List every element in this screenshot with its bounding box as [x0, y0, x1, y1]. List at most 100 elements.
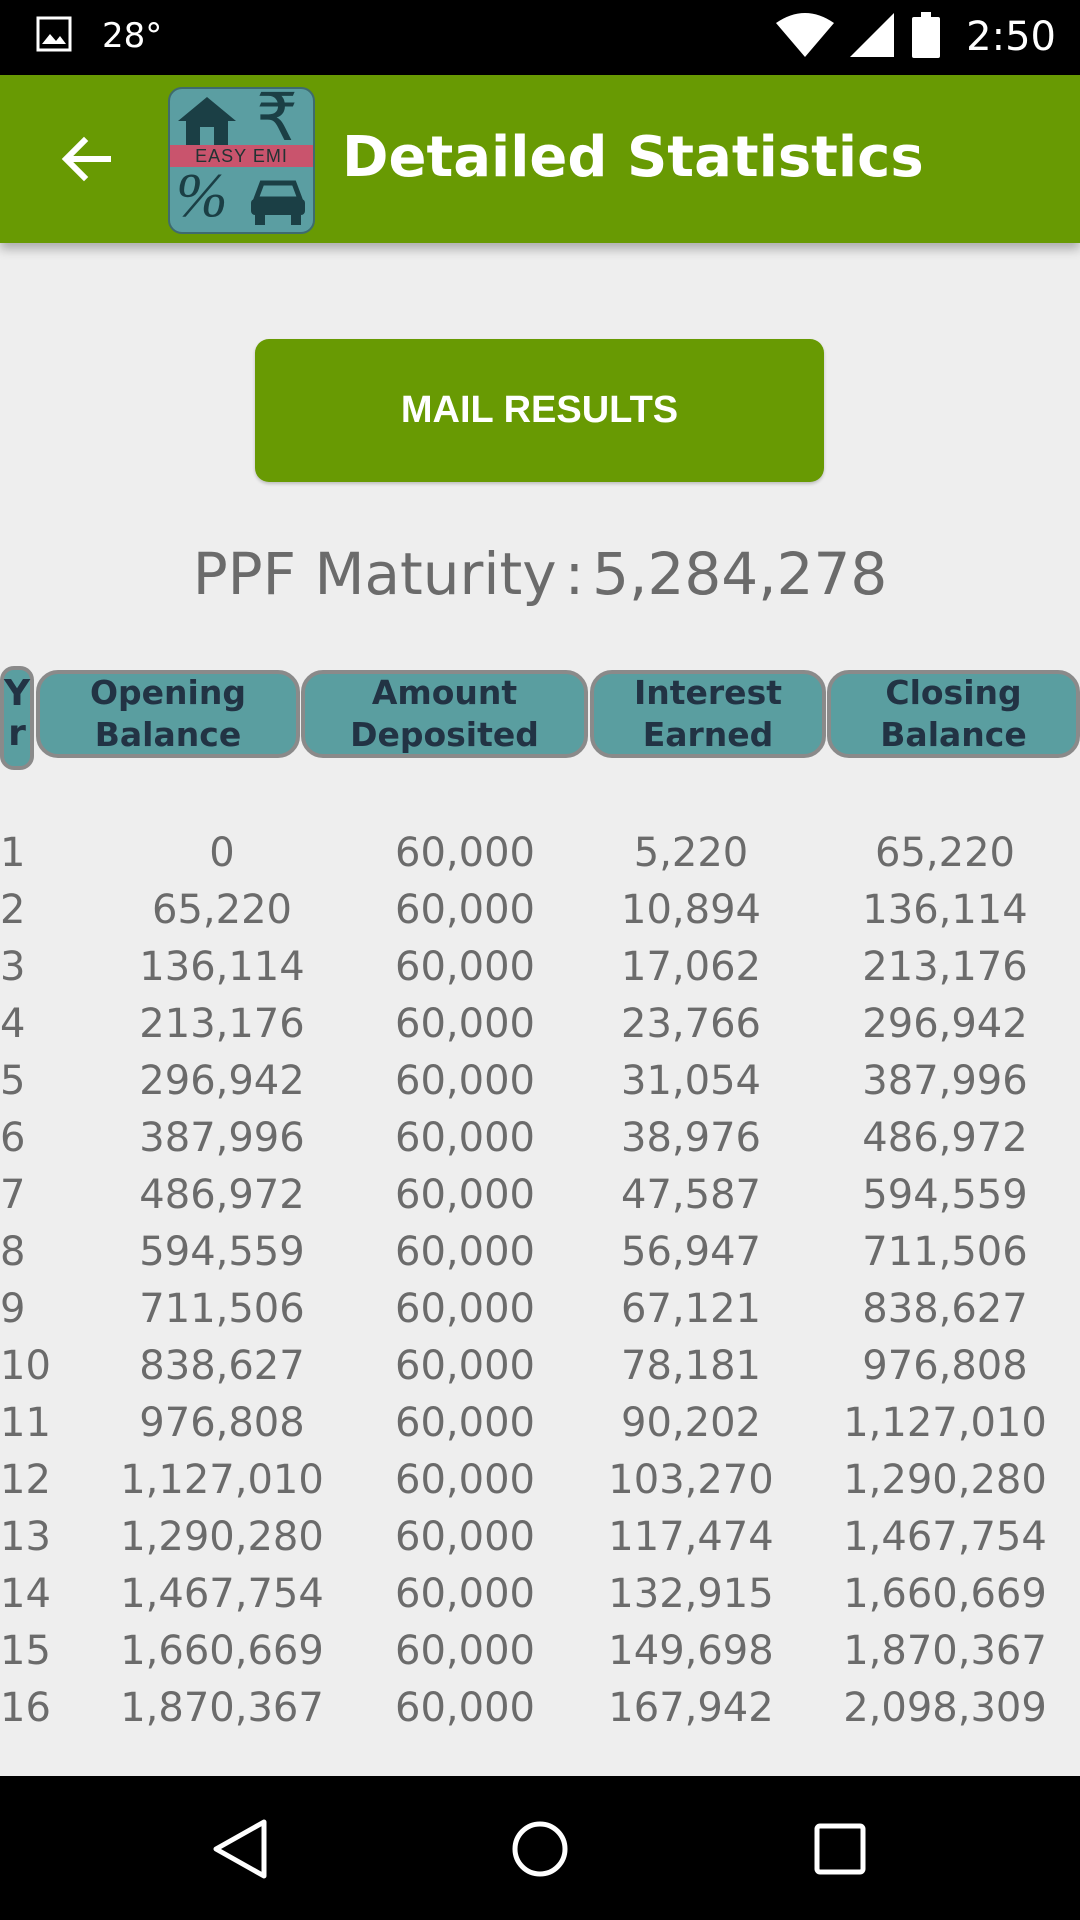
table-row: 11 976,808 60,000 90,202 1,127,010: [0, 1395, 1080, 1452]
nav-back-icon: [213, 1819, 267, 1879]
header-year: Y r: [0, 666, 34, 770]
table-row: 10 838,627 60,000 78,181 976,808: [0, 1338, 1080, 1395]
statistics-table: 1 0 60,000 5,220 65,220 2 65,220 60,000 10,894 13…: [0, 825, 1080, 1737]
cell-opening-balance: 1,467,754: [120, 1571, 324, 1617]
cell-interest-earned: 167,942: [608, 1685, 774, 1731]
arrow-back-icon: [61, 136, 111, 182]
cell-closing-balance: 1,467,754: [843, 1514, 1047, 1560]
cell-year: 1: [0, 830, 26, 876]
header-opening-line2: Balance: [94, 715, 242, 754]
cell-year: 7: [0, 1172, 26, 1218]
header-closing-balance: Closing Balance: [827, 670, 1080, 758]
cell-amount-deposited: 60,000: [395, 1343, 535, 1389]
cell-amount-deposited: 60,000: [395, 1172, 535, 1218]
status-temperature: 28°: [102, 16, 163, 56]
table-row: 2 65,220 60,000 10,894 136,114: [0, 882, 1080, 939]
cell-amount-deposited: 60,000: [395, 1571, 535, 1617]
battery-icon: [912, 12, 941, 62]
cell-interest-earned: 10,894: [621, 887, 761, 933]
table-row: 9 711,506 60,000 67,121 838,627: [0, 1281, 1080, 1338]
cell-year: 11: [0, 1400, 51, 1446]
header-year-line1: Y: [4, 673, 31, 714]
rupee-icon: ₹: [256, 87, 298, 156]
cell-interest-earned: 67,121: [621, 1286, 761, 1332]
cell-opening-balance: 1,127,010: [120, 1457, 324, 1503]
cell-interest-earned: 5,220: [633, 830, 749, 876]
cell-closing-balance: 1,660,669: [843, 1571, 1047, 1617]
cell-year: 14: [0, 1571, 51, 1617]
cell-closing-balance: 1,870,367: [843, 1628, 1047, 1674]
cell-year: 12: [0, 1457, 51, 1503]
cell-amount-deposited: 60,000: [395, 1457, 535, 1503]
cell-year: 16: [0, 1685, 51, 1731]
header-deposited-line1: Amount: [371, 673, 518, 712]
image-notification-icon: [36, 16, 72, 56]
cell-opening-balance: 1,660,669: [120, 1628, 324, 1674]
header-closing-line1: Closing: [885, 673, 1022, 712]
cell-year: 13: [0, 1514, 51, 1560]
cell-closing-balance: 1,127,010: [843, 1400, 1047, 1446]
cell-interest-earned: 117,474: [608, 1514, 774, 1560]
cell-amount-deposited: 60,000: [395, 1115, 535, 1161]
back-button[interactable]: [48, 121, 124, 197]
wifi-icon: [776, 13, 835, 61]
cell-year: 9: [0, 1286, 26, 1332]
header-year-line2: r: [8, 713, 26, 754]
cell-closing-balance: 1,290,280: [843, 1457, 1047, 1503]
cell-year: 5: [0, 1058, 26, 1104]
cell-amount-deposited: 60,000: [395, 1685, 535, 1731]
cell-amount-deposited: 60,000: [395, 1001, 535, 1047]
cell-year: 6: [0, 1115, 26, 1161]
cell-closing-balance: 976,808: [862, 1343, 1028, 1389]
status-time: 2:50: [966, 14, 1056, 60]
cell-amount-deposited: 60,000: [395, 1514, 535, 1560]
cell-amount-deposited: 60,000: [395, 944, 535, 990]
table-row: 1 0 60,000 5,220 65,220: [0, 825, 1080, 882]
cell-year: 4: [0, 1001, 26, 1047]
header-opening-balance: Opening Balance: [36, 670, 300, 758]
cell-interest-earned: 90,202: [621, 1400, 761, 1446]
cell-closing-balance: 594,559: [862, 1172, 1028, 1218]
app-bar: ₹ EASY EMI % Detailed Statistics: [0, 75, 1080, 243]
cell-opening-balance: 838,627: [139, 1343, 305, 1389]
nav-recents-button[interactable]: [797, 1806, 883, 1892]
status-left: 28°: [36, 16, 162, 56]
cell-opening-balance: 136,114: [139, 944, 305, 990]
cell-amount-deposited: 60,000: [395, 1058, 535, 1104]
maturity-value: 5,284,278: [592, 540, 888, 608]
cell-closing-balance: 711,506: [862, 1229, 1028, 1275]
cell-closing-balance: 136,114: [862, 887, 1028, 933]
cell-closing-balance: 2,098,309: [843, 1685, 1047, 1731]
cell-year: 10: [0, 1343, 51, 1389]
header-interest-line2: Earned: [642, 715, 774, 754]
cell-amount-deposited: 60,000: [395, 1400, 535, 1446]
cell-opening-balance: 387,996: [139, 1115, 305, 1161]
table-row: 14 1,467,754 60,000 132,915 1,660,669: [0, 1566, 1080, 1623]
cell-year: 3: [0, 944, 26, 990]
nav-home-button[interactable]: [497, 1806, 583, 1892]
header-interest-earned: Interest Earned: [590, 670, 826, 758]
cell-opening-balance: 711,506: [139, 1286, 305, 1332]
nav-home-icon: [512, 1821, 568, 1877]
cell-opening-balance: 1,290,280: [120, 1514, 324, 1560]
header-interest-line1: Interest: [633, 673, 782, 712]
table-row: 8 594,559 60,000 56,947 711,506: [0, 1224, 1080, 1281]
cell-interest-earned: 103,270: [608, 1457, 774, 1503]
table-row: 16 1,870,367 60,000 167,942 2,098,309: [0, 1680, 1080, 1737]
cell-amount-deposited: 60,000: [395, 887, 535, 933]
cell-amount-deposited: 60,000: [395, 1286, 535, 1332]
cell-amount-deposited: 60,000: [395, 830, 535, 876]
nav-back-button[interactable]: [197, 1806, 283, 1892]
status-right: 2:50: [776, 12, 1056, 62]
cell-opening-balance: 213,176: [139, 1001, 305, 1047]
table-row: 7 486,972 60,000 47,587 594,559: [0, 1167, 1080, 1224]
mail-results-button[interactable]: MAIL RESULTS: [255, 339, 824, 482]
cell-opening-balance: 594,559: [139, 1229, 305, 1275]
table-row: 13 1,290,280 60,000 117,474 1,467,754: [0, 1509, 1080, 1566]
cell-year: 2: [0, 887, 26, 933]
percent-icon: %: [176, 162, 228, 230]
cell-closing-balance: 213,176: [862, 944, 1028, 990]
cell-interest-earned: 132,915: [608, 1571, 774, 1617]
house-icon: [178, 97, 236, 145]
cell-closing-balance: 296,942: [862, 1001, 1028, 1047]
